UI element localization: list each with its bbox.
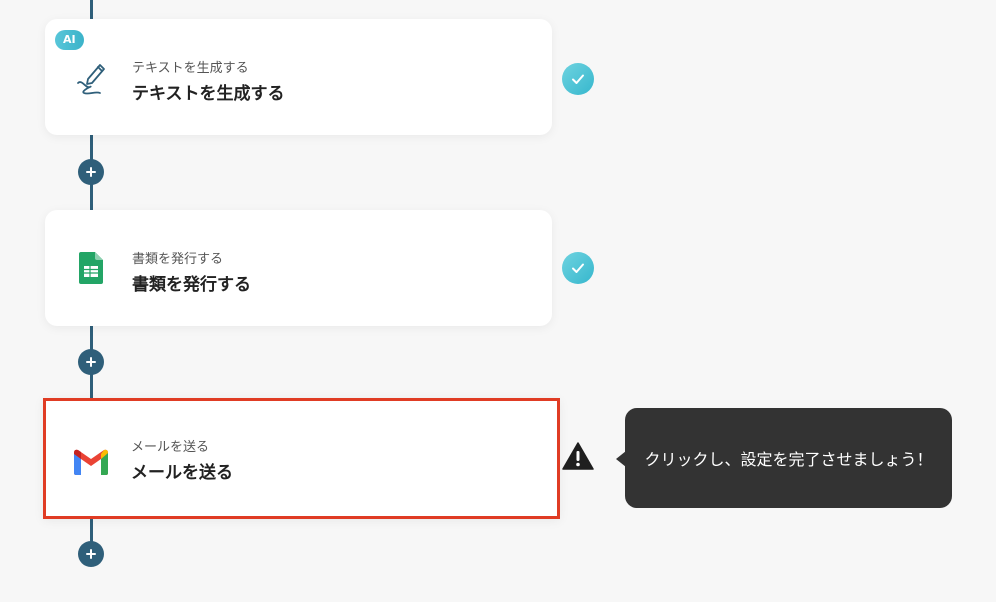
check-icon — [562, 63, 594, 95]
add-step-button[interactable] — [78, 349, 104, 375]
step-card-generate-text[interactable]: テキストを生成する テキストを生成する — [45, 19, 552, 135]
warning-icon — [562, 442, 594, 470]
gmail-icon — [73, 442, 109, 482]
check-icon — [562, 252, 594, 284]
ai-badge: AI — [55, 30, 84, 50]
step-subtitle: テキストを生成する — [132, 61, 249, 76]
step-card-issue-document[interactable]: 書類を発行する 書類を発行する — [45, 210, 552, 326]
tooltip-text: クリックし、設定を完了させましょう！ — [644, 450, 933, 469]
step-title: メールを送る — [131, 463, 233, 483]
step-subtitle: メールを送る — [131, 440, 210, 455]
step-subtitle: 書類を発行する — [132, 252, 224, 267]
pen-squiggle-icon — [73, 57, 109, 97]
flow-connector — [90, 0, 93, 20]
google-sheets-icon — [73, 248, 109, 288]
tooltip: クリックし、設定を完了させましょう！ — [616, 408, 952, 508]
step-title: テキストを生成する — [132, 84, 285, 104]
add-step-button[interactable] — [78, 159, 104, 185]
add-step-button[interactable] — [78, 541, 104, 567]
step-card-send-email[interactable]: メールを送る メールを送る — [43, 398, 560, 519]
step-title: 書類を発行する — [132, 275, 251, 295]
